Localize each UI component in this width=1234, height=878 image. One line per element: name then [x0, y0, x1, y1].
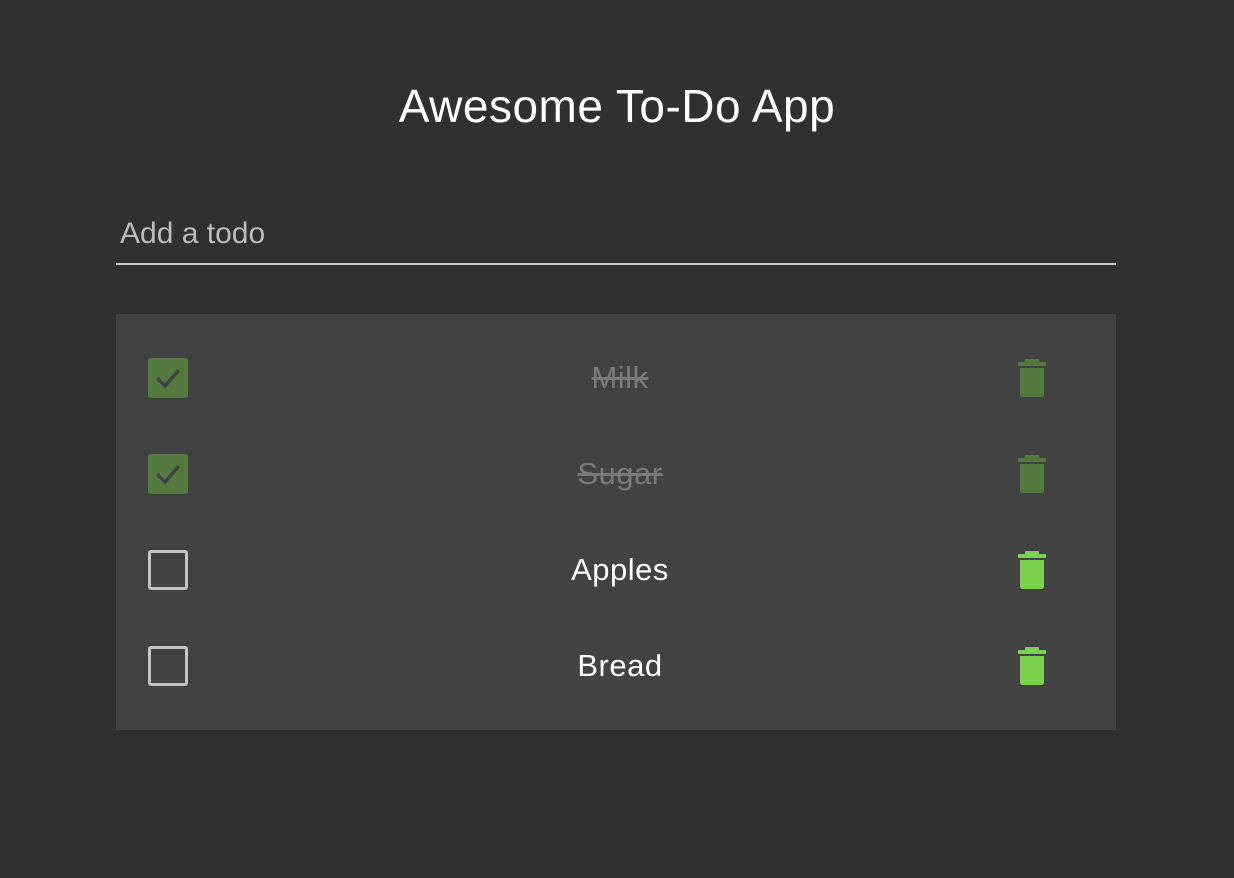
- todo-label[interactable]: Apples: [116, 548, 1124, 592]
- todo-item: Apples: [116, 538, 1116, 634]
- trash-icon[interactable]: [1016, 358, 1048, 398]
- trash-icon[interactable]: [1016, 550, 1048, 590]
- todo-input-container: [116, 208, 1116, 265]
- add-todo-input[interactable]: [116, 208, 1116, 260]
- todo-label[interactable]: Milk: [116, 356, 1124, 400]
- todo-label[interactable]: Bread: [116, 644, 1124, 688]
- todo-label[interactable]: Sugar: [116, 452, 1124, 496]
- trash-icon[interactable]: [1016, 454, 1048, 494]
- app-root: Awesome To-Do App Milk Sugar: [0, 0, 1234, 878]
- todo-list: Milk Sugar Apples Bread: [116, 314, 1116, 730]
- page-title: Awesome To-Do App: [398, 80, 836, 132]
- trash-icon[interactable]: [1016, 646, 1048, 686]
- todo-item: Milk: [116, 346, 1116, 442]
- todo-item: Bread: [116, 634, 1116, 730]
- todo-item: Sugar: [116, 442, 1116, 538]
